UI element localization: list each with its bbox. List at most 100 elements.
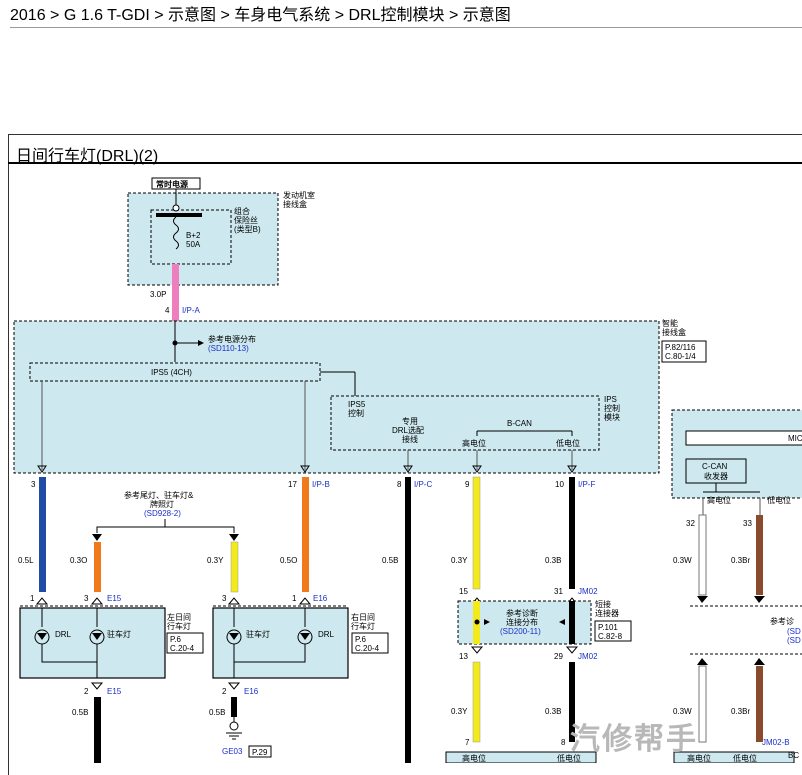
right-lamp-label-1: 右日间 xyxy=(351,612,375,622)
constant-power-label: 常时电源 xyxy=(156,179,188,189)
left-pin-1: 1 xyxy=(30,594,35,603)
mic-low-lower: 低电位 xyxy=(733,753,757,763)
engine-box-label-2: 接线盒 xyxy=(283,199,307,209)
pin-9: 9 xyxy=(465,480,470,489)
ref-power-code: (SD110-13) xyxy=(208,344,249,353)
pin-17: 17 xyxy=(288,480,297,489)
wire-pink xyxy=(172,264,179,321)
drl-dedicated-2: DRL选配 xyxy=(392,425,424,435)
w-05B-right: 0.5B xyxy=(209,708,225,717)
ref-tail-1: 参考尾灯、驻车灯& xyxy=(124,490,194,500)
right-lamp-label-2: 行车灯 xyxy=(351,621,375,631)
conn-ipf: I/P-F xyxy=(578,480,595,489)
watermark-logo: 汽修帮手 xyxy=(570,723,698,756)
w-05B-left: 0.5B xyxy=(72,708,88,717)
conn-jm02-b: JM02 xyxy=(578,652,598,661)
w-03B-lower: 0.3B xyxy=(545,707,561,716)
ips5-ctrl-2: 控制 xyxy=(348,408,364,418)
ref-power: 参考电源分布 xyxy=(208,334,256,344)
ips5-ctrl-1: IPS5 xyxy=(348,400,366,409)
drl-dedicated-3: 接线 xyxy=(402,434,418,444)
ips-module-1: IPS xyxy=(604,395,617,404)
ccan-1: C-CAN xyxy=(702,462,728,471)
conn-jm02: JM02 xyxy=(578,587,598,596)
right-pin-3: 3 xyxy=(222,594,227,603)
w-03Br: 0.3Br xyxy=(731,556,750,565)
short-ref-2: C.82-8 xyxy=(598,632,623,641)
right-park-text: 驻车灯 xyxy=(246,629,270,639)
wire-orange-left xyxy=(94,542,101,592)
jm02b: JM02-B xyxy=(762,738,790,747)
ground-ref: P.29 xyxy=(252,748,268,757)
short-ref-1: P.101 xyxy=(598,623,618,632)
wire-yellow-lower xyxy=(472,661,481,743)
left-park-text: 驻车灯 xyxy=(107,629,131,639)
ref-cut-3: (SD xyxy=(787,636,801,645)
wire-black-low xyxy=(569,477,575,589)
w-03Y2: 0.3Y xyxy=(451,556,468,565)
high-label: 高电位 xyxy=(462,438,486,448)
right-pin-2: 2 xyxy=(222,687,227,696)
busbar xyxy=(156,213,202,217)
wire-yellow-high xyxy=(472,476,481,590)
ref-cut-2: (SD xyxy=(787,627,801,636)
left-drl-text: DRL xyxy=(55,630,72,639)
right-lamp-ref-2: C.20-4 xyxy=(355,644,380,653)
w-05L: 0.5L xyxy=(18,556,34,565)
pin-7: 7 xyxy=(465,738,470,747)
ips-module-3: 模块 xyxy=(604,412,620,422)
ground-icon xyxy=(229,721,239,731)
bc-label: BC xyxy=(788,751,799,760)
left-lamp-ref-2: C.20-4 xyxy=(170,644,195,653)
ref-cut: 参考诊 xyxy=(770,616,794,626)
wire-black-drl xyxy=(405,477,411,763)
right-drl-lamp xyxy=(212,607,349,679)
w-03O: 0.3O xyxy=(70,556,87,565)
w-05B: 0.5B xyxy=(382,556,398,565)
w-03W: 0.3W xyxy=(673,556,692,565)
fuse-name: B+2 xyxy=(186,231,201,240)
right-drl-text: DRL xyxy=(318,630,335,639)
fuse-type-3: (类型B) xyxy=(234,224,261,234)
diag-ref-2: 连接分布 xyxy=(506,617,538,627)
left-conn-e15-b: E15 xyxy=(107,687,122,696)
conn-top: I/P-A xyxy=(182,306,200,315)
mic-high: 高电位 xyxy=(707,495,731,505)
wire-yellow-left xyxy=(230,541,239,593)
ref-tail-code: (SD928-2) xyxy=(144,509,181,518)
diag-ref-1: 参考诊断 xyxy=(506,608,538,618)
left-pin-2: 2 xyxy=(84,687,89,696)
ccan-2: 收发器 xyxy=(704,471,728,481)
ips5-label: IPS5 (4CH) xyxy=(151,368,192,377)
smart-box-label-1: 智能 xyxy=(662,318,678,328)
pin-8: 8 xyxy=(397,480,402,489)
w-05O: 0.5O xyxy=(280,556,297,565)
wire-blue xyxy=(39,477,46,592)
high-lower: 高电位 xyxy=(462,753,486,763)
pin-32: 32 xyxy=(686,519,695,528)
engine-box-label-1: 发动机室 xyxy=(283,190,315,200)
fuse-type-2: 保险丝 xyxy=(234,215,258,225)
smart-box-label-2: 接线盒 xyxy=(662,327,686,337)
left-pin-3: 3 xyxy=(84,594,89,603)
smart-junction-box xyxy=(13,320,660,474)
ips-module-2: 控制 xyxy=(604,403,620,413)
fuse-rating: 50A xyxy=(186,240,201,249)
right-pin-1: 1 xyxy=(292,594,297,603)
pin-10: 10 xyxy=(555,480,564,489)
pin-15: 15 xyxy=(459,587,468,596)
wiring-diagram: 常时电源 发动机室 接线盒 B+2 50A 组合 保险丝 (类型B) 3.0P … xyxy=(13,177,802,763)
right-conn-e16-b: E16 xyxy=(244,687,259,696)
pin-29: 29 xyxy=(554,652,563,661)
w-03Br-lower: 0.3Br xyxy=(731,707,750,716)
short-conn-2: 连接器 xyxy=(595,608,619,618)
conn-ipb: I/P-B xyxy=(312,480,330,489)
wire-black-right-lamp xyxy=(231,697,237,717)
smart-ref-2: C.80-1/4 xyxy=(665,352,696,361)
wire-black-left-lamp xyxy=(94,697,101,763)
right-conn-e16: E16 xyxy=(313,594,328,603)
engine-junction-box xyxy=(127,192,279,286)
mic-label: MIC xyxy=(788,434,802,443)
left-lamp-ref-1: P.6 xyxy=(170,635,182,644)
pin-33: 33 xyxy=(743,519,752,528)
